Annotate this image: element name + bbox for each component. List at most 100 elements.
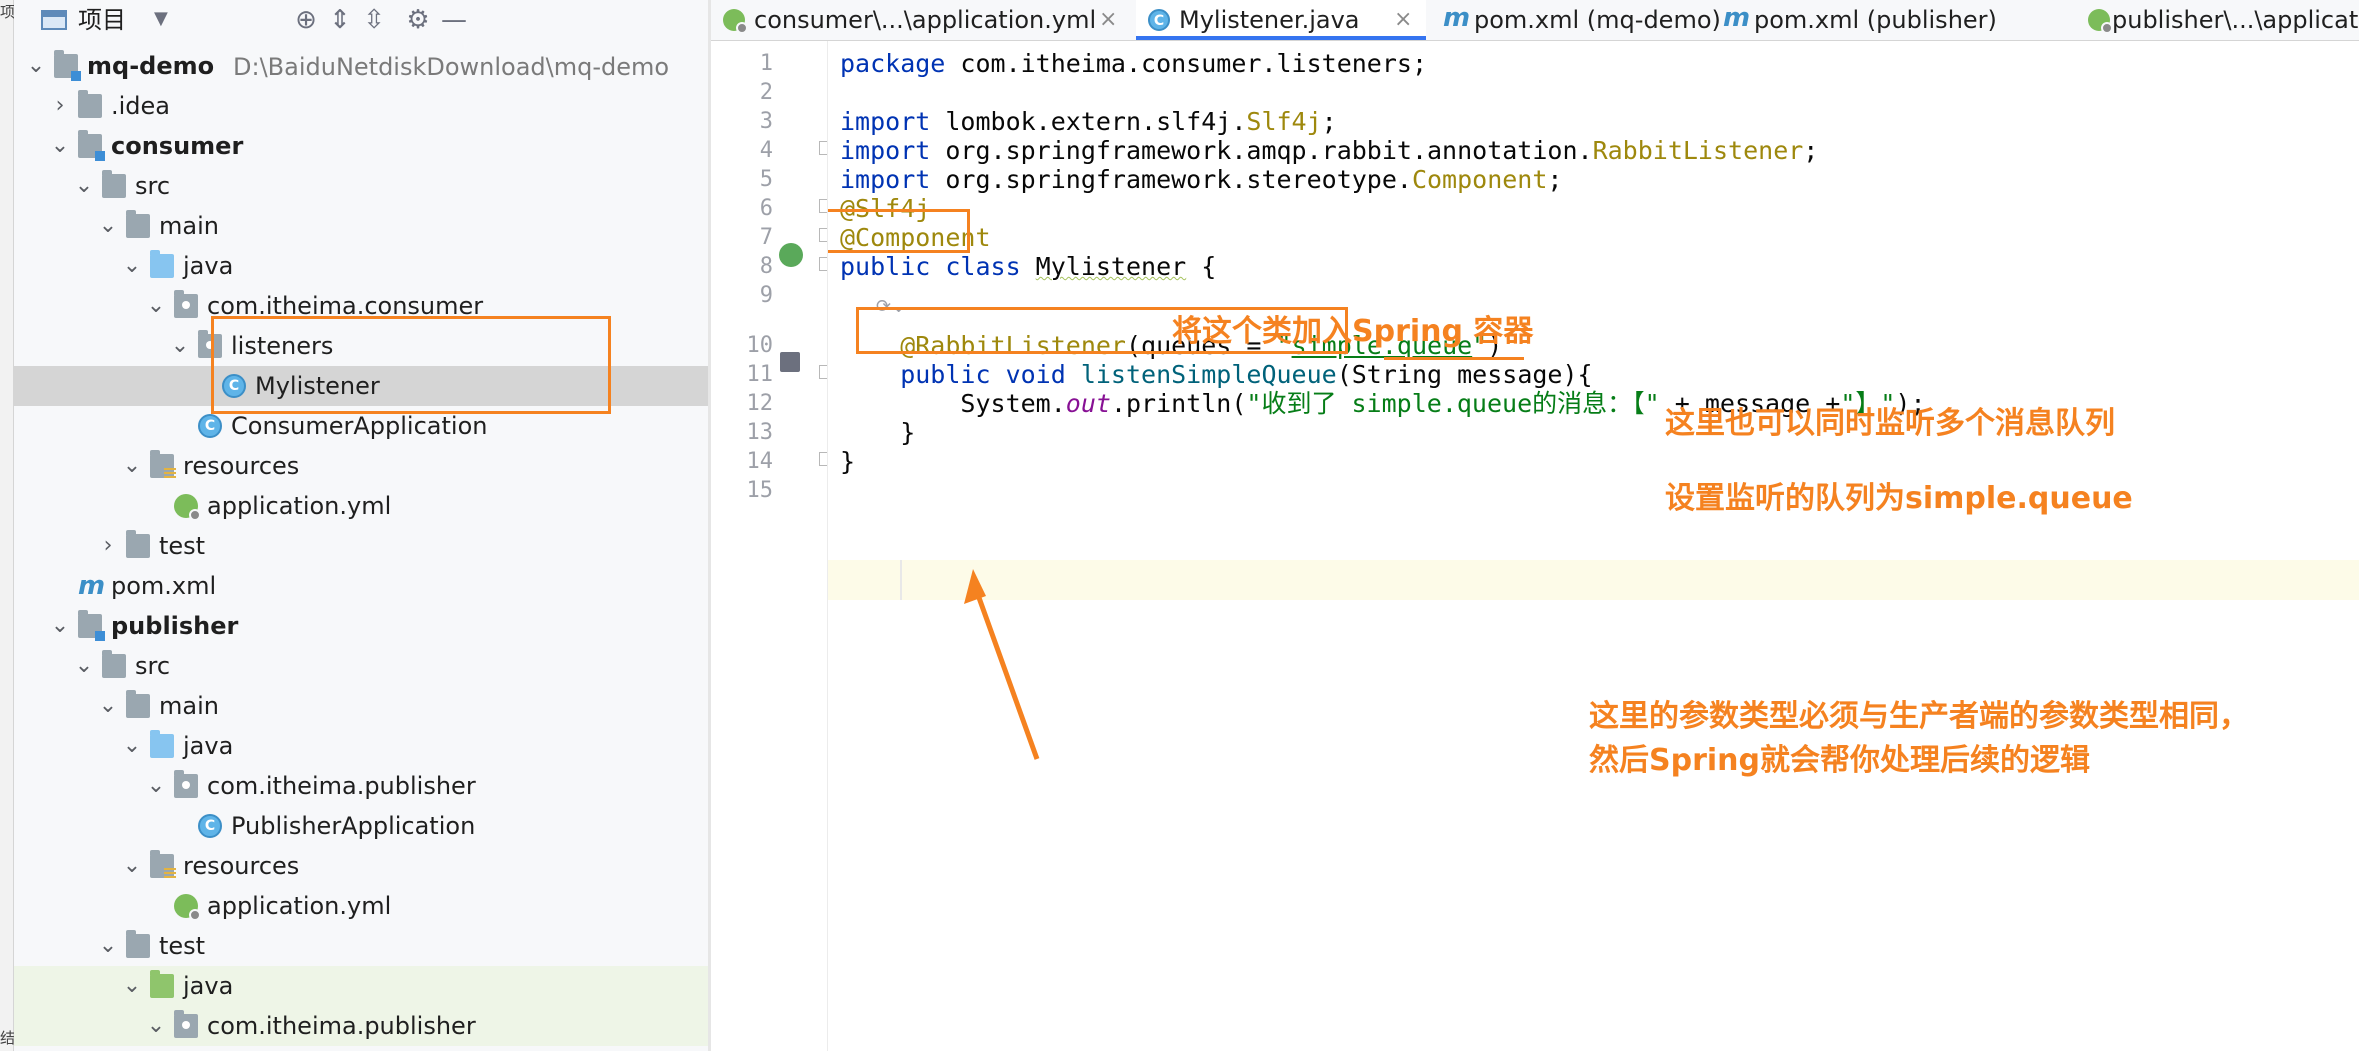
project-panel-title[interactable]: 项目 bbox=[78, 5, 126, 35]
chevron-down-icon[interactable]: ⌄ bbox=[73, 652, 95, 680]
chevron-down-icon[interactable]: ⌄ bbox=[97, 212, 119, 240]
tree-item-application-yml[interactable]: application.yml bbox=[14, 886, 708, 926]
hide-icon[interactable]: — bbox=[438, 4, 470, 36]
collapse-all-icon[interactable]: ⇳ bbox=[358, 4, 390, 36]
folder-icon bbox=[126, 930, 150, 958]
folder-icon bbox=[78, 90, 102, 118]
folder-icon bbox=[126, 690, 150, 718]
line-number: 4 bbox=[759, 138, 773, 163]
annotation-component-note: 将这个类加入Spring 容器 bbox=[1172, 314, 1534, 349]
spring-boot-class-icon: C bbox=[198, 814, 222, 838]
tree-item-test[interactable]: ⌄ test bbox=[14, 926, 708, 966]
tree-item-main[interactable]: ⌄ main bbox=[14, 206, 708, 246]
chevron-down-icon[interactable]: ⌄ bbox=[49, 612, 71, 640]
chevron-down-icon[interactable]: ⌄ bbox=[49, 132, 71, 160]
tab-mylistener-java[interactable]: C Mylistener.java × bbox=[1136, 0, 1426, 40]
tree-item-label: com.itheima.publisher bbox=[207, 1012, 476, 1040]
chevron-down-icon[interactable]: ⌄ bbox=[169, 332, 191, 360]
structure-tool-label[interactable]: 结 bbox=[0, 1030, 15, 1046]
tree-item-src[interactable]: ⌄ src bbox=[14, 646, 708, 686]
tree-item-label: java bbox=[183, 972, 234, 1000]
tree-item-pom-xml[interactable]: m pom.xml bbox=[14, 566, 708, 606]
tree-item-idea[interactable]: › .idea bbox=[14, 86, 708, 126]
spring-bean-gutter-icon[interactable] bbox=[779, 243, 803, 267]
tree-item-publisher-application[interactable]: C PublisherApplication bbox=[14, 806, 708, 846]
tree-item-label: mq-demo bbox=[87, 52, 215, 80]
tree-item-application-yml[interactable]: application.yml bbox=[14, 486, 708, 526]
line-number: 6 bbox=[759, 196, 773, 221]
tree-item-mq-demo[interactable]: ⌄ mq-demo D:\BaiduNetdiskDownload\mq-dem… bbox=[14, 46, 708, 86]
annotation-multi-queue-note: 这里也可以同时监听多个消息队列 bbox=[1665, 406, 2115, 441]
resources-folder-icon bbox=[150, 850, 176, 880]
tree-item-label: application.yml bbox=[207, 892, 392, 920]
tree-item-label: com.itheima.publisher bbox=[207, 772, 476, 800]
chevron-down-icon[interactable]: ⌄ bbox=[97, 932, 119, 960]
rabbit-listener-gutter-icon[interactable] bbox=[780, 352, 800, 372]
chevron-down-icon[interactable]: ⌄ bbox=[121, 452, 143, 480]
module-folder-icon bbox=[78, 130, 105, 161]
tab-publisher-application-yml[interactable]: publisher\...\applicat bbox=[2076, 0, 2359, 40]
close-icon[interactable]: × bbox=[1394, 5, 1412, 35]
tree-item-label: src bbox=[135, 652, 171, 680]
chevron-down-icon[interactable]: ⌄ bbox=[145, 772, 167, 800]
chevron-down-icon[interactable]: ⌄ bbox=[97, 692, 119, 720]
tool-window-strip[interactable]: 项 结 bbox=[0, 0, 15, 1051]
tree-item-label: java bbox=[183, 732, 234, 760]
tab-pom-publisher[interactable]: m pom.xml (publisher) bbox=[1711, 0, 1997, 40]
tree-item-label: java bbox=[183, 252, 234, 280]
tree-item-java[interactable]: ⌄ java bbox=[14, 246, 708, 286]
chevron-down-icon[interactable]: ⌄ bbox=[121, 732, 143, 760]
chevron-down-icon[interactable]: ⌄ bbox=[121, 252, 143, 280]
project-path: D:\BaiduNetdiskDownload\mq-demo bbox=[233, 53, 670, 81]
chevron-down-icon[interactable]: ⌄ bbox=[121, 852, 143, 880]
tree-item-main[interactable]: ⌄ main bbox=[14, 686, 708, 726]
chevron-right-icon[interactable]: › bbox=[49, 92, 71, 120]
line-number: 9 bbox=[759, 283, 773, 308]
chevron-down-icon[interactable]: ⌄ bbox=[73, 172, 95, 200]
tree-item-java[interactable]: ⌄ java bbox=[14, 726, 708, 766]
tree-item-resources[interactable]: ⌄ resources bbox=[14, 846, 708, 886]
tree-item-label: consumer bbox=[111, 132, 244, 160]
tree-item-consumer[interactable]: ⌄ consumer bbox=[14, 126, 708, 166]
chevron-down-icon[interactable]: ⌄ bbox=[145, 292, 167, 320]
annotation-box-listener bbox=[211, 316, 611, 414]
tree-item-test-package[interactable]: ⌄ com.itheima.publisher bbox=[14, 1006, 708, 1046]
expand-all-icon[interactable]: ⇕ bbox=[324, 4, 356, 36]
folder-icon bbox=[102, 170, 126, 198]
tree-item-src[interactable]: ⌄ src bbox=[14, 166, 708, 206]
chevron-down-icon[interactable]: ⌄ bbox=[25, 52, 47, 80]
project-tool-label[interactable]: 项 bbox=[0, 4, 15, 20]
tree-item-package-publisher[interactable]: ⌄ com.itheima.publisher bbox=[14, 766, 708, 806]
code-editor[interactable]: package com.itheima.consumer.listeners; … bbox=[828, 41, 2359, 1051]
maven-icon: m bbox=[1723, 3, 1751, 33]
tab-label: consumer\...\application.yml bbox=[754, 6, 1097, 34]
tree-item-test-java[interactable]: ⌄ java bbox=[14, 966, 708, 1006]
chevron-down-icon[interactable]: ⌄ bbox=[145, 1012, 167, 1040]
tree-item-publisher[interactable]: ⌄ publisher bbox=[14, 606, 708, 646]
package-icon bbox=[174, 770, 198, 798]
chevron-right-icon[interactable]: › bbox=[97, 532, 119, 560]
source-folder-icon bbox=[150, 250, 174, 278]
annotation-param-note-1: 这里的参数类型必须与生产者端的参数类型相同， bbox=[1589, 699, 2249, 734]
tab-label: publisher\...\applicat bbox=[2112, 6, 2359, 34]
line-number: 3 bbox=[759, 109, 773, 134]
chevron-down-icon[interactable]: ▼ bbox=[154, 8, 168, 29]
tab-consumer-application-yml[interactable]: consumer\...\application.yml × bbox=[711, 0, 1131, 40]
tree-item-resources[interactable]: ⌄ resources bbox=[14, 446, 708, 486]
annotation-param-note-2: 然后Spring就会帮你处理后续的逻辑 bbox=[1589, 743, 2090, 778]
close-icon[interactable]: × bbox=[1099, 5, 1117, 35]
folder-icon bbox=[126, 210, 150, 238]
line-number: 15 bbox=[746, 478, 774, 503]
tree-item-label: main bbox=[159, 692, 219, 720]
tab-pom-mq-demo[interactable]: m pom.xml (mq-demo) bbox=[1431, 0, 1721, 40]
maven-icon: m bbox=[78, 571, 106, 601]
chevron-down-icon[interactable]: ⌄ bbox=[121, 972, 143, 1000]
tree-item-label: test bbox=[159, 932, 206, 960]
tree-item-test[interactable]: › test bbox=[14, 526, 708, 566]
settings-icon[interactable]: ⚙ bbox=[402, 4, 434, 36]
package-icon bbox=[174, 1010, 198, 1038]
editor-gutter[interactable]: 1 2 3 4 5 6 7 8 9 10 11 12 13 14 15 bbox=[711, 41, 831, 1051]
line-number: 13 bbox=[746, 420, 774, 445]
locate-icon[interactable]: ⊕ bbox=[290, 4, 322, 36]
spring-yml-icon bbox=[2088, 9, 2113, 34]
